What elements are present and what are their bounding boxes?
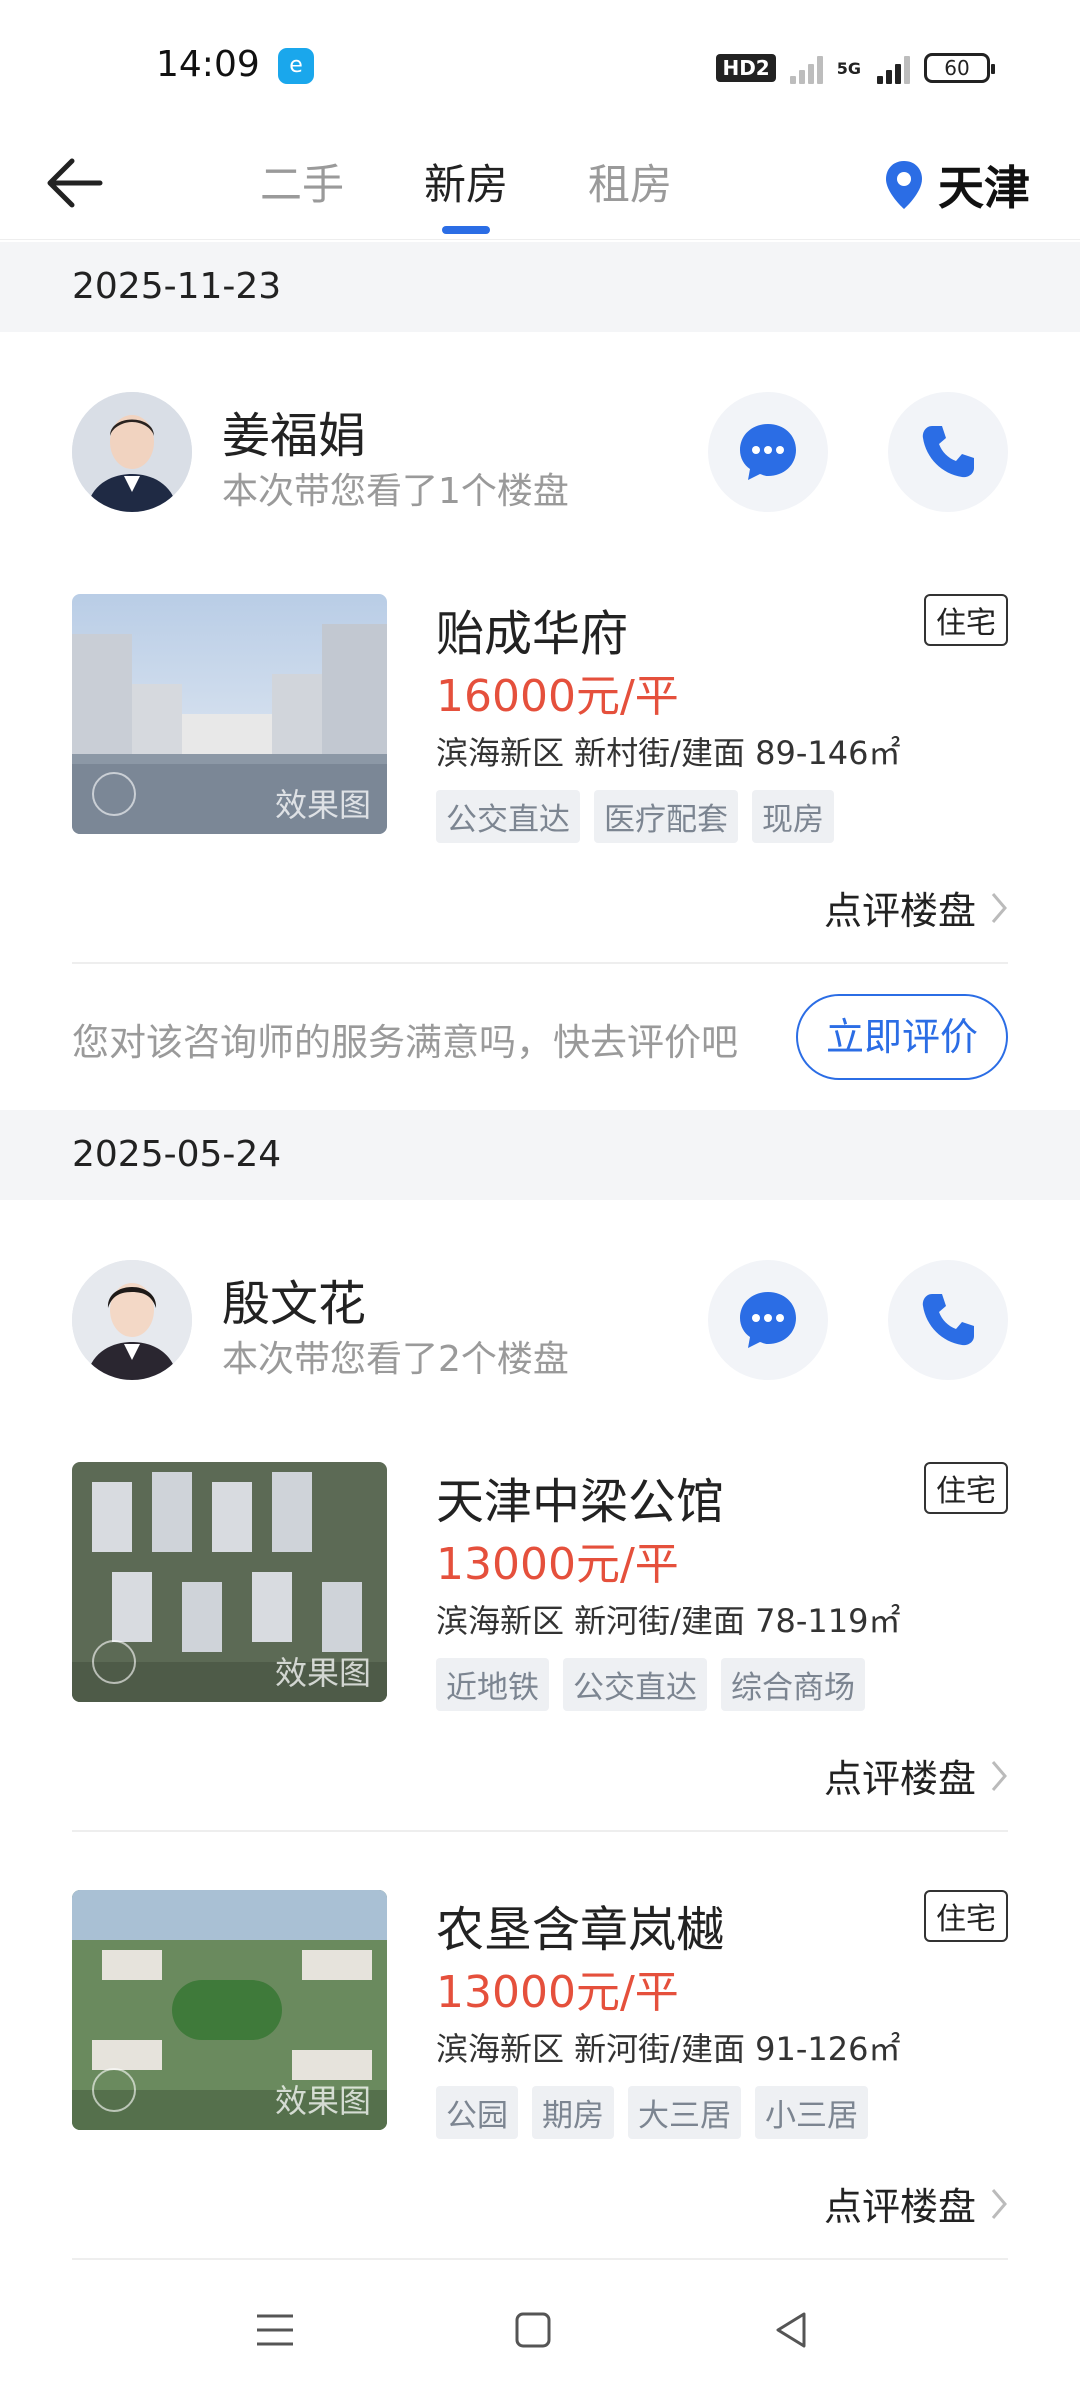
city-name: 天津 (938, 161, 1030, 215)
property-card[interactable]: 效果图 农垦含章岚樾 住宅 13000元/平 滨海新区 新河街/建面 91-12… (72, 1890, 1008, 2150)
property-type-badge: 住宅 (924, 1462, 1008, 1514)
status-time: 14:09 (156, 44, 260, 85)
divider (72, 2258, 1008, 2260)
agent-row: 殷文花 本次带您看了2个楼盘 (72, 1260, 1008, 1390)
chat-bubble-icon (740, 1292, 796, 1348)
gallery-icon (92, 772, 136, 816)
chevron-right-icon (991, 2188, 1007, 2219)
image-watermark: 效果图 (274, 786, 371, 824)
property-tag: 公交直达 (563, 1658, 707, 1711)
divider (72, 1830, 1008, 1832)
property-type-badge: 住宅 (924, 1890, 1008, 1942)
property-tags: 近地铁 公交直达 综合商场 (436, 1658, 865, 1711)
property-tags: 公园 期房 大三居 小三居 (436, 2086, 868, 2139)
property-image[interactable]: 效果图 (72, 594, 387, 834)
agent-row: 姜福娟 本次带您看了1个楼盘 (72, 392, 1008, 522)
property-location: 滨海新区 新村街/建面 89-146㎡ (436, 734, 901, 772)
agent-photo (72, 392, 192, 512)
property-tag: 公交直达 (436, 790, 580, 843)
gallery-icon (92, 1640, 136, 1684)
home-button[interactable] (503, 2300, 563, 2360)
back-triangle-icon (776, 2312, 806, 2348)
page: 14:09 e HD2 5G 60 二手 新房 租房 天津 2025-11-23… (0, 0, 1080, 2400)
review-property-link[interactable]: 点评楼盘 (824, 880, 1008, 935)
chat-bubble-icon (740, 424, 796, 480)
location-pin-icon (886, 161, 922, 209)
property-name: 农垦含章岚樾 (436, 1902, 725, 1958)
arrow-left-icon (47, 158, 103, 208)
satisfaction-prompt: 您对该咨询师的服务满意吗，快去评价吧 (72, 1021, 738, 1064)
system-nav-bar (0, 2270, 1080, 2400)
network-type: 5G (836, 58, 861, 78)
back-nav-button[interactable] (762, 2300, 822, 2360)
property-price: 13000元/平 (436, 1539, 679, 1590)
house-type-tabs: 二手 新房 租房 (260, 130, 672, 240)
agent-photo (72, 1260, 192, 1380)
app-notification-icon: e (278, 48, 314, 84)
gallery-icon (92, 2068, 136, 2112)
status-bar: 14:09 e HD2 5G 60 (0, 0, 1080, 130)
image-watermark: 效果图 (274, 2082, 371, 2120)
property-card[interactable]: 效果图 贻成华府 住宅 16000元/平 滨海新区 新村街/建面 89-146㎡… (72, 594, 1008, 854)
property-tag: 现房 (752, 790, 834, 843)
chevron-right-icon (991, 1760, 1007, 1791)
phone-icon (922, 426, 974, 478)
home-square-icon (515, 2312, 551, 2348)
tab-new-house[interactable]: 新房 (424, 130, 508, 240)
review-label: 点评楼盘 (823, 1757, 976, 1801)
signal-sim2-icon (877, 52, 910, 84)
property-location: 滨海新区 新河街/建面 78-119㎡ (436, 1602, 901, 1640)
visit-date: 2025-05-24 (0, 1110, 1080, 1200)
top-nav: 二手 新房 租房 天津 (0, 130, 1080, 240)
divider (72, 962, 1008, 964)
agent-subtitle: 本次带您看了1个楼盘 (222, 471, 569, 512)
property-card[interactable]: 效果图 天津中梁公馆 住宅 13000元/平 滨海新区 新河街/建面 78-11… (72, 1462, 1008, 1722)
property-price: 16000元/平 (436, 671, 679, 722)
property-name: 天津中梁公馆 (436, 1474, 725, 1530)
chevron-right-icon (991, 892, 1007, 923)
property-location: 滨海新区 新河街/建面 91-126㎡ (436, 2030, 901, 2068)
tab-rent[interactable]: 租房 (588, 130, 672, 240)
property-tag: 综合商场 (721, 1658, 865, 1711)
property-tag: 期房 (532, 2086, 614, 2139)
back-button[interactable] (40, 148, 110, 218)
menu-button[interactable] (245, 2300, 305, 2360)
agent-subtitle: 本次带您看了2个楼盘 (222, 1339, 569, 1380)
image-watermark: 效果图 (274, 1654, 371, 1692)
phone-icon (922, 1294, 974, 1346)
menu-icon (257, 2314, 293, 2346)
rate-now-button[interactable]: 立即评价 (796, 994, 1008, 1080)
chat-button[interactable] (708, 1260, 828, 1380)
property-image[interactable]: 效果图 (72, 1890, 387, 2130)
hd-voice-icon: HD2 (716, 54, 776, 82)
property-name: 贻成华府 (436, 606, 629, 662)
review-label: 点评楼盘 (823, 889, 976, 933)
property-image[interactable]: 效果图 (72, 1462, 387, 1702)
tab-second-hand[interactable]: 二手 (260, 130, 344, 240)
agent-name: 殷文花 (222, 1276, 367, 1332)
review-property-link[interactable]: 点评楼盘 (824, 2176, 1008, 2231)
property-tag: 小三居 (755, 2086, 868, 2139)
avatar[interactable] (72, 1260, 192, 1380)
avatar[interactable] (72, 392, 192, 512)
property-tag: 公园 (436, 2086, 518, 2139)
property-price: 13000元/平 (436, 1967, 679, 2018)
property-tags: 公交直达 医疗配套 现房 (436, 790, 834, 843)
call-button[interactable] (888, 392, 1008, 512)
review-property-link[interactable]: 点评楼盘 (824, 1748, 1008, 1803)
status-indicators: HD2 5G 60 (716, 52, 995, 84)
agent-name: 姜福娟 (222, 408, 367, 464)
review-label: 点评楼盘 (823, 2185, 976, 2229)
city-selector[interactable]: 天津 (884, 150, 1030, 220)
visit-date: 2025-11-23 (0, 242, 1080, 332)
call-button[interactable] (888, 1260, 1008, 1380)
property-tag: 医疗配套 (594, 790, 738, 843)
signal-sim1-icon (789, 52, 823, 84)
battery-icon: 60 (924, 53, 995, 83)
property-type-badge: 住宅 (924, 594, 1008, 646)
property-tag: 大三居 (628, 2086, 741, 2139)
property-tag: 近地铁 (436, 1658, 549, 1711)
chat-button[interactable] (708, 392, 828, 512)
